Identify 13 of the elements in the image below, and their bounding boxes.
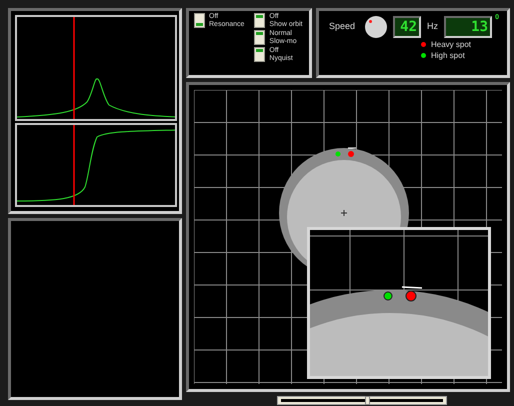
toggle-switch[interactable] <box>194 13 205 28</box>
toggle-switch[interactable] <box>254 13 266 28</box>
toggle-switch[interactable] <box>254 30 266 45</box>
speed-label: Speed <box>329 20 356 34</box>
slider-thumb[interactable] <box>364 396 370 405</box>
playback-slider[interactable] <box>277 396 447 405</box>
unit-label: Hz <box>427 20 438 34</box>
legend-label: Heavy spot <box>431 39 472 50</box>
speed-knob[interactable] <box>365 16 388 38</box>
legend-label: High spot <box>431 50 465 61</box>
digital-display: 42 <box>393 16 422 38</box>
toggle-switch[interactable] <box>254 47 266 62</box>
digital-display: 13 <box>444 16 492 38</box>
